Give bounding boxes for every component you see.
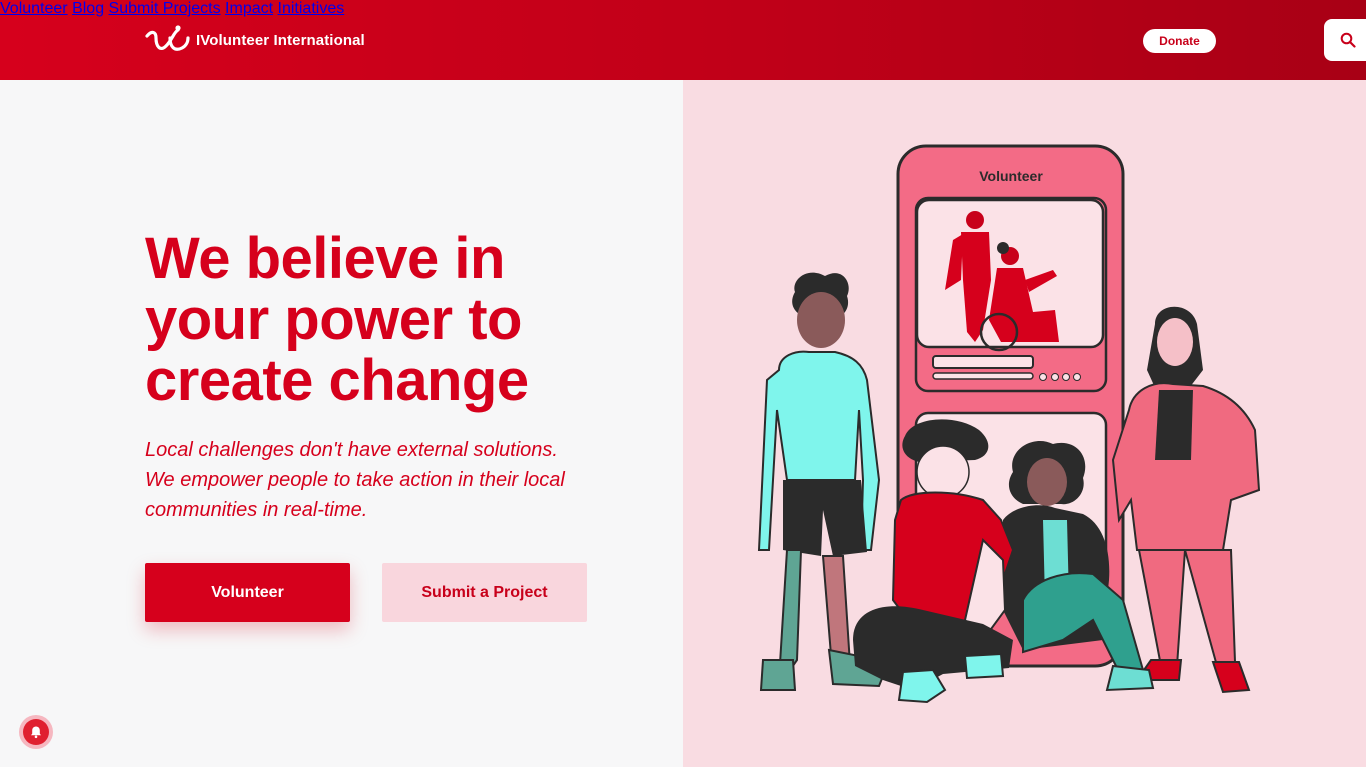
headline-line-2: your power to (145, 287, 522, 352)
bell-icon (31, 726, 41, 739)
phone-title: Volunteer (979, 168, 1043, 184)
brand-name: IVolunteer International (196, 31, 365, 49)
nav-submit-projects[interactable]: Submit Projects (109, 0, 221, 17)
nav-impact[interactable]: Impact (225, 0, 273, 17)
notification-button[interactable] (19, 715, 53, 749)
site-header: IVolunteer International Volunteer Blog … (0, 0, 1366, 80)
brand-logo[interactable]: IVolunteer International (144, 24, 365, 56)
hero-headline: We believe in your power to create chang… (145, 228, 605, 411)
submit-project-button[interactable]: Submit a Project (382, 563, 587, 622)
hero-left-panel (0, 80, 683, 767)
nav-volunteer[interactable]: Volunteer (0, 0, 68, 17)
main-nav: Volunteer Blog Submit Projects Impact In… (0, 0, 1366, 18)
nav-initiatives[interactable]: Initiatives (278, 0, 345, 17)
volunteers-illustration: Volunteer (757, 144, 1261, 704)
volunteer-button[interactable]: Volunteer (145, 563, 350, 622)
search-icon (1340, 32, 1356, 48)
donate-button[interactable]: Donate (1143, 29, 1216, 53)
headline-line-1: We believe in (145, 226, 505, 291)
headline-line-3: create change (145, 348, 529, 413)
logo-icon (145, 25, 190, 51)
hero-subtext: Local challenges don't have external sol… (145, 435, 615, 525)
nav-blog[interactable]: Blog (72, 0, 104, 17)
search-button[interactable] (1324, 19, 1366, 61)
subtext-line-2: We empower people to take action in thei… (145, 469, 565, 491)
subtext-line-3: communities in real-time. (145, 499, 368, 521)
subtext-line-1: Local challenges don't have external sol… (145, 439, 558, 461)
